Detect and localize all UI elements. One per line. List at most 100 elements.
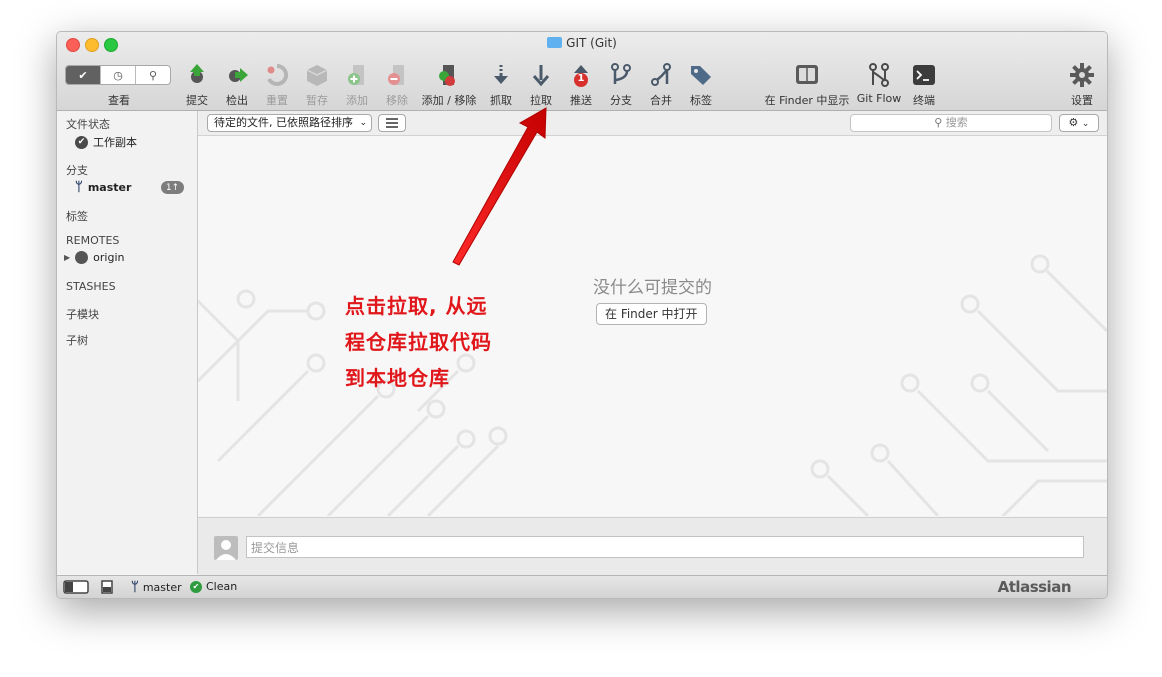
search-icon: ⚲ xyxy=(148,68,158,82)
app-window: GIT (Git) ✔ ◷ ⚲ 查看 提交 检出 重置 暂存 添加 移除 添加 … xyxy=(56,31,1108,599)
pull-icon xyxy=(532,65,550,87)
push-button[interactable]: 1 xyxy=(568,62,594,88)
show-in-finder-label[interactable]: 在 Finder 中显示 xyxy=(765,92,850,108)
folder-icon xyxy=(547,37,563,48)
sidebar: 文件状态 ✔ 工作副本 分支 ᛘ master 1↑ 标签 REMOTES ▶ … xyxy=(57,111,198,574)
list-icon xyxy=(386,118,398,128)
sidebar-item-label: master xyxy=(87,181,132,194)
checkout-label[interactable]: 检出 xyxy=(226,92,248,108)
toolbar: GIT (Git) ✔ ◷ ⚲ 查看 提交 检出 重置 暂存 添加 移除 添加 … xyxy=(57,32,1107,111)
toggle-bottom-panel-button[interactable] xyxy=(101,580,113,594)
add-remove-button[interactable] xyxy=(434,62,460,88)
sidebar-section-file-status[interactable]: 文件状态 xyxy=(66,116,110,132)
gear-icon xyxy=(1070,63,1094,87)
main-panel: 待定的文件, 已依照路径排序 ⌄ ⚲ 搜索 ⚙ ⌄ 没什么可提交的 在 Find… xyxy=(198,111,1107,516)
show-in-finder-button[interactable] xyxy=(794,62,820,88)
view-segmented-control[interactable]: ✔ ◷ ⚲ xyxy=(65,65,171,85)
checkout-button[interactable] xyxy=(224,62,250,88)
status-branch[interactable]: ᛘ master xyxy=(131,580,182,595)
sort-select-value: 待定的文件, 已依照路径排序 xyxy=(214,116,353,129)
push-label[interactable]: 推送 xyxy=(570,92,592,108)
reset-button[interactable] xyxy=(264,62,290,88)
terminal-button[interactable] xyxy=(911,62,937,88)
tag-button[interactable] xyxy=(688,62,714,88)
fetch-button[interactable] xyxy=(488,62,514,88)
terminal-label[interactable]: 终端 xyxy=(913,92,935,108)
branch-label[interactable]: 分支 xyxy=(610,92,632,108)
list-mode-button[interactable] xyxy=(378,114,406,132)
person-icon xyxy=(216,540,236,560)
box-icon xyxy=(306,65,328,86)
check-circle-icon: ✔ xyxy=(190,580,202,593)
search-view-button[interactable]: ⚲ xyxy=(136,66,170,84)
add-label[interactable]: 添加 xyxy=(346,92,368,108)
git-flow-icon xyxy=(869,63,889,87)
pull-button[interactable] xyxy=(528,62,554,88)
remove-label[interactable]: 移除 xyxy=(386,92,408,108)
ahead-count-badge: 1↑ xyxy=(161,181,184,194)
commit-button[interactable] xyxy=(184,62,210,88)
file-status-view-button[interactable]: ✔ xyxy=(66,66,101,84)
stash-button[interactable] xyxy=(304,62,330,88)
branch-button[interactable] xyxy=(608,62,634,88)
sidebar-item-working-copy[interactable]: ✔ 工作副本 xyxy=(75,134,137,150)
commit-label[interactable]: 提交 xyxy=(186,92,208,108)
merge-icon xyxy=(651,63,671,86)
commit-bar: 提交信息 xyxy=(198,517,1107,575)
tag-label[interactable]: 标签 xyxy=(690,92,712,108)
push-count-badge: 1 xyxy=(577,73,585,84)
add-remove-label[interactable]: 添加 / 移除 xyxy=(422,92,477,108)
commit-message-input[interactable]: 提交信息 xyxy=(246,536,1084,558)
git-flow-label[interactable]: Git Flow xyxy=(857,92,902,105)
branch-icon: ᛘ xyxy=(75,180,83,195)
settings-button[interactable] xyxy=(1069,62,1095,88)
settings-label[interactable]: 设置 xyxy=(1071,92,1093,108)
merge-button[interactable] xyxy=(648,62,674,88)
sidebar-item-master[interactable]: ᛘ master xyxy=(75,180,131,195)
sidebar-section-stashes[interactable]: STASHES xyxy=(66,280,116,293)
checkout-icon xyxy=(229,68,248,82)
sidebar-section-subtrees[interactable]: 子树 xyxy=(66,332,88,348)
git-flow-button[interactable] xyxy=(866,62,892,88)
options-menu-button[interactable]: ⚙ ⌄ xyxy=(1059,114,1099,132)
branch-icon: ᛘ xyxy=(131,580,139,595)
history-view-button[interactable]: ◷ xyxy=(101,66,136,84)
sidebar-section-remotes[interactable]: REMOTES xyxy=(66,234,119,247)
window-title: GIT (Git) xyxy=(57,36,1107,50)
branch-icon xyxy=(611,63,631,84)
sidebar-item-label: origin xyxy=(93,251,125,264)
fetch-label[interactable]: 抓取 xyxy=(490,92,512,108)
annotation-text: 点击拉取, 从远程仓库拉取代码到本地仓库 xyxy=(345,294,492,390)
sidebar-section-branches[interactable]: 分支 xyxy=(66,162,88,178)
search-placeholder: 搜索 xyxy=(945,116,968,129)
stash-label[interactable]: 暂存 xyxy=(306,92,328,108)
status-branch-label: master xyxy=(142,581,182,594)
add-button[interactable] xyxy=(344,62,370,88)
sidebar-toggle-icon xyxy=(63,580,89,594)
search-input[interactable]: ⚲ 搜索 xyxy=(850,114,1052,132)
open-in-finder-button[interactable]: 在 Finder 中打开 xyxy=(596,303,707,325)
filter-bar: 待定的文件, 已依照路径排序 ⌄ ⚲ 搜索 ⚙ ⌄ xyxy=(198,111,1107,136)
sidebar-section-submodules[interactable]: 子模块 xyxy=(66,306,99,322)
status-bar: ᛘ master ✔ Clean Atlassian xyxy=(57,575,1107,598)
disclosure-triangle-icon[interactable]: ▶ xyxy=(64,253,70,262)
remove-file-icon xyxy=(388,65,404,85)
view-label: 查看 xyxy=(108,94,130,107)
sidebar-section-tags[interactable]: 标签 xyxy=(66,208,88,224)
commit-icon xyxy=(190,64,204,83)
remove-button[interactable] xyxy=(384,62,410,88)
reset-label[interactable]: 重置 xyxy=(266,92,288,108)
chevron-down-icon: ⌄ xyxy=(1081,119,1090,129)
pull-label[interactable]: 拉取 xyxy=(530,92,552,108)
sort-select[interactable]: 待定的文件, 已依照路径排序 ⌄ xyxy=(207,114,372,132)
gear-icon: ⚙ xyxy=(1068,116,1079,129)
check-circle-icon: ✔ xyxy=(75,135,88,149)
search-icon: ⚲ xyxy=(934,116,943,129)
status-badge: ✔ Clean xyxy=(190,580,237,593)
empty-message: 没什么可提交的 xyxy=(593,278,712,298)
toggle-sidebar-button[interactable] xyxy=(63,580,89,594)
add-file-icon xyxy=(348,65,364,85)
merge-label[interactable]: 合并 xyxy=(650,92,672,108)
sidebar-item-origin[interactable]: ▶ origin xyxy=(64,251,124,264)
globe-icon xyxy=(75,251,89,264)
